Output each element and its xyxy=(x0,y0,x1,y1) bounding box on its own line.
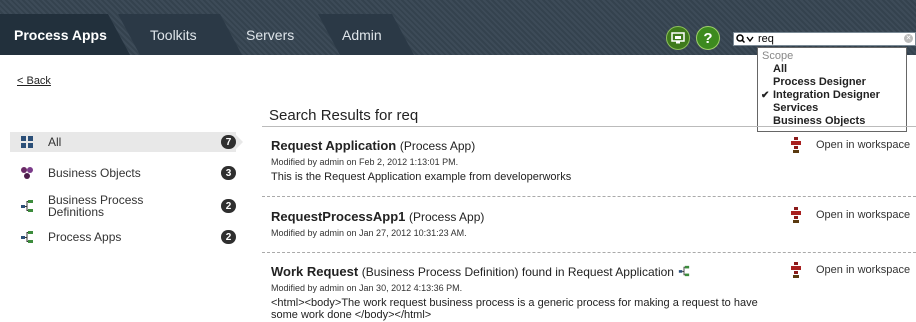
result-description: <html><body>The work request business pr… xyxy=(271,297,758,321)
scope-dropdown-title: Scope xyxy=(762,50,794,62)
result-title-row: RequestProcessApp1 (Process App) xyxy=(271,209,484,224)
scope-option-label: Integration Designer xyxy=(773,89,880,101)
search-box: ✕ xyxy=(733,32,916,46)
divider xyxy=(262,196,916,197)
open-in-workspace-button[interactable]: Open in workspace xyxy=(790,207,910,223)
result-meta: Modified by admin on Feb 2, 2012 1:13:01… xyxy=(271,157,459,167)
scope-option-label: Services xyxy=(773,102,819,114)
result-item: RequestProcessApp1 (Process App) Modifie… xyxy=(262,196,916,252)
tab-process-apps[interactable]: Process Apps xyxy=(0,14,130,55)
magnifier-chevron-icon xyxy=(736,34,754,44)
open-label: Open in workspace xyxy=(816,209,911,221)
result-meta: Modified by admin on Jan 30, 2012 4:13:3… xyxy=(271,283,463,293)
open-in-workspace-button[interactable]: Open in workspace xyxy=(790,262,910,278)
result-description: This is the Request Application example … xyxy=(271,171,572,183)
result-title-row: Request Application (Process App) xyxy=(271,138,475,153)
grid-icon xyxy=(21,136,33,148)
result-type: (Process App) xyxy=(399,139,476,153)
tab-label: Admin xyxy=(342,26,382,43)
process-icon xyxy=(678,265,689,277)
business-object-icon xyxy=(21,167,33,179)
divider xyxy=(262,252,916,253)
scope-option-process-designer[interactable]: Process Designer xyxy=(758,76,906,89)
facet-count-badge: 2 xyxy=(221,199,236,213)
facet-label: Business Process Definitions xyxy=(48,193,144,219)
results-heading: Search Results for req xyxy=(269,107,419,124)
process-icon xyxy=(21,231,33,243)
search-scope-button[interactable] xyxy=(734,33,756,45)
workspace-icon xyxy=(791,262,801,278)
result-type: (Process App) xyxy=(409,210,485,224)
open-label: Open in workspace xyxy=(816,264,911,276)
back-link[interactable]: < Back xyxy=(17,75,51,87)
facet-count-badge: 2 xyxy=(221,230,236,244)
facet-count-badge: 7 xyxy=(221,135,236,149)
result-title-link[interactable]: Work Request xyxy=(271,264,358,279)
tab-label: Toolkits xyxy=(150,26,197,43)
tab-label: Process Apps xyxy=(14,26,107,43)
result-title-link[interactable]: Request Application xyxy=(271,138,396,153)
monitor-icon[interactable] xyxy=(666,26,690,50)
facet-business-objects[interactable]: Business Objects 3 xyxy=(10,163,236,183)
result-type: (Business Process Definition) found in R… xyxy=(361,265,674,279)
help-label: ? xyxy=(703,29,713,47)
facet-business-process-definitions[interactable]: Business Process Definitions 2 xyxy=(10,193,236,219)
tab-admin[interactable]: Admin xyxy=(318,14,414,55)
facet-count-badge: 3 xyxy=(221,166,236,180)
open-label: Open in workspace xyxy=(816,139,911,151)
tab-servers[interactable]: Servers xyxy=(226,14,326,55)
facet-label: Process Apps xyxy=(48,230,122,244)
facet-all[interactable]: All 7 xyxy=(10,132,243,152)
process-icon xyxy=(21,200,33,212)
scope-option-label: All xyxy=(773,63,788,75)
result-meta: Modified by admin on Jan 27, 2012 10:31:… xyxy=(271,228,467,238)
facet-label: All xyxy=(48,135,62,149)
scope-option-integration-designer[interactable]: ✔ Integration Designer xyxy=(758,89,906,102)
result-title-row: Work Request (Business Process Definitio… xyxy=(271,264,690,279)
result-title-link[interactable]: RequestProcessApp1 xyxy=(271,209,405,224)
result-item: Request Application (Process App) Modifi… xyxy=(262,127,916,191)
scope-option-label: Process Designer xyxy=(773,76,866,88)
facet-label: Business Objects xyxy=(48,166,141,180)
tab-label: Servers xyxy=(246,26,295,43)
result-item: Work Request (Business Process Definitio… xyxy=(262,252,916,322)
scope-option-services[interactable]: Services xyxy=(758,102,906,115)
checkmark-icon: ✔ xyxy=(761,90,770,101)
help-icon[interactable]: ? xyxy=(696,26,720,50)
search-input[interactable] xyxy=(758,33,908,45)
app-window: Process Apps Toolkits Servers Admin ? ✕ xyxy=(0,0,916,322)
scope-option-all[interactable]: All xyxy=(758,63,906,76)
workspace-icon xyxy=(791,207,801,223)
workspace-icon xyxy=(791,137,801,153)
facet-process-apps[interactable]: Process Apps 2 xyxy=(10,227,236,247)
clear-search-icon[interactable]: ✕ xyxy=(904,34,913,43)
tab-toolkits[interactable]: Toolkits xyxy=(118,14,242,55)
search-scope-dropdown: Scope All Process Designer ✔ Integration … xyxy=(757,47,907,132)
open-in-workspace-button[interactable]: Open in workspace xyxy=(790,137,910,153)
